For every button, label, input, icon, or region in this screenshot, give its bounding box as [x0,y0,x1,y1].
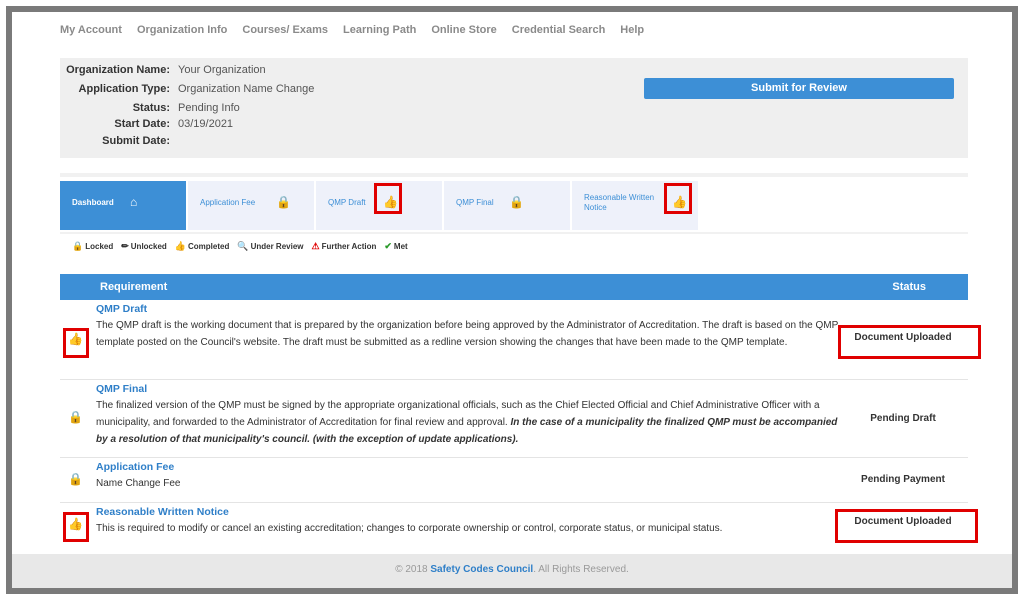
screenshot-frame: My Account Organization Info Courses/ Ex… [6,6,1018,594]
legend-under-review: 🔍 Under Review [237,241,303,252]
row-description: The QMP draft is the working document th… [96,320,839,348]
requirements-table: Requirement Status 👍 QMP Draft The QMP d… [60,274,968,548]
table-row: 👍 QMP Draft The QMP draft is the working… [60,300,968,380]
application-info-panel: Organization Name: Your Organization App… [60,58,968,158]
tab-dashboard-label: Dashboard [72,198,114,207]
org-name-label: Organization Name: [66,64,170,76]
pencil-icon: ✏ [121,241,129,251]
legend-further-action: ⚠ Further Action [311,241,376,252]
legend-completed: 👍 Completed [175,241,230,252]
row-title[interactable]: Application Fee [96,461,174,473]
check-icon: ✔ [384,241,392,251]
legend-locked-label: Locked [85,242,114,251]
legend-unlocked-label: Unlocked [130,242,167,251]
nav-help[interactable]: Help [620,24,644,44]
start-date-value: 03/19/2021 [178,118,234,130]
row-status: Pending Payment [861,474,945,485]
legend-completed-label: Completed [188,242,230,251]
footer-rights: . All Rights Reserved. [533,564,629,575]
highlight-box [63,512,89,542]
nav-online-store[interactable]: Online Store [431,24,496,44]
legend-met-label: Met [393,242,408,251]
legend-met: ✔ Met [384,241,407,252]
status-row: Status: Pending Info [60,102,240,119]
row-status: Pending Draft [870,413,936,424]
row-title[interactable]: QMP Final [96,383,147,395]
tab-application-fee[interactable]: Application Fee 🔒 [188,181,314,230]
row-description: This is required to modify or cancel an … [96,523,723,534]
row-description: The finalized version of the QMP must be… [96,397,846,448]
nav-courses-exams[interactable]: Courses/ Exams [242,24,328,44]
footer-brand-link[interactable]: Safety Codes Council [430,564,533,575]
nav-credential-search[interactable]: Credential Search [512,24,606,44]
lock-icon: 🔒 [68,410,83,424]
divider [60,173,968,177]
row-title[interactable]: Reasonable Written Notice [96,506,229,518]
page-footer: © 2018 Safety Codes Council. All Rights … [12,554,1012,588]
org-name-row: Organization Name: Your Organization [60,64,266,81]
lock-icon: 🔒 [276,195,291,209]
tab-dashboard[interactable]: Dashboard ⌂ [60,181,186,230]
legend-unlocked: ✏ Unlocked [121,241,167,252]
submit-date-row: Submit Date: [60,135,178,152]
tab-reasonable-written-notice-label: Reasonable Written Notice [584,193,655,212]
table-row: 👍 Reasonable Written Notice This is requ… [60,503,968,548]
legend-locked: 🔒 Locked [72,241,113,252]
home-icon: ⌂ [130,195,138,209]
nav-learning-path[interactable]: Learning Path [343,24,416,44]
search-icon: 🔍 [237,241,249,251]
highlight-box [838,325,981,359]
top-nav: My Account Organization Info Courses/ Ex… [60,24,659,44]
app-type-label: Application Type: [78,83,170,95]
legend-under-review-label: Under Review [250,242,304,251]
highlight-box [835,509,978,543]
tab-application-fee-label: Application Fee [200,198,256,207]
highlight-box [664,183,692,214]
tab-qmp-final-label: QMP Final [456,198,494,207]
status-label: Status: [132,102,170,114]
col-status: Status [892,281,926,293]
footer-copyright: © 2018 [395,564,428,575]
submit-for-review-button[interactable]: Submit for Review [644,78,954,99]
alert-icon: ⚠ [311,241,320,251]
tab-qmp-final[interactable]: QMP Final 🔒 [444,181,570,230]
divider [60,232,968,234]
table-row: 🔒 QMP Final The finalized version of the… [60,380,968,458]
col-requirement: Requirement [100,281,168,293]
lock-icon: 🔒 [68,472,83,486]
row-title[interactable]: QMP Draft [96,303,147,315]
tab-qmp-draft-label: QMP Draft [328,198,366,207]
nav-my-account[interactable]: My Account [60,24,122,44]
start-date-label: Start Date: [114,118,170,130]
app-type-value: Organization Name Change [178,83,315,95]
legend-further-action-label: Further Action [321,242,377,251]
row-description: Name Change Fee [96,478,181,489]
nav-organization-info[interactable]: Organization Info [137,24,227,44]
highlight-box [63,328,89,358]
table-header: Requirement Status [60,274,968,300]
status-value: Pending Info [178,102,240,114]
highlight-box [374,183,402,214]
progress-tabs: Dashboard ⌂ Application Fee 🔒 QMP Draft … [60,181,968,230]
lock-icon: 🔒 [509,195,524,209]
lock-icon: 🔒 [72,241,84,251]
org-name-value: Your Organization [178,64,266,76]
app-type-row: Application Type: Organization Name Chan… [60,83,315,100]
start-date-row: Start Date: 03/19/2021 [60,118,233,135]
status-legend: 🔒 Locked ✏ Unlocked 👍 Completed 🔍 Under Revi… [72,241,416,252]
thumbs-up-icon: 👍 [174,241,187,251]
submit-date-label: Submit Date: [102,135,170,147]
table-row: 🔒 Application Fee Name Change Fee Pendin… [60,458,968,503]
